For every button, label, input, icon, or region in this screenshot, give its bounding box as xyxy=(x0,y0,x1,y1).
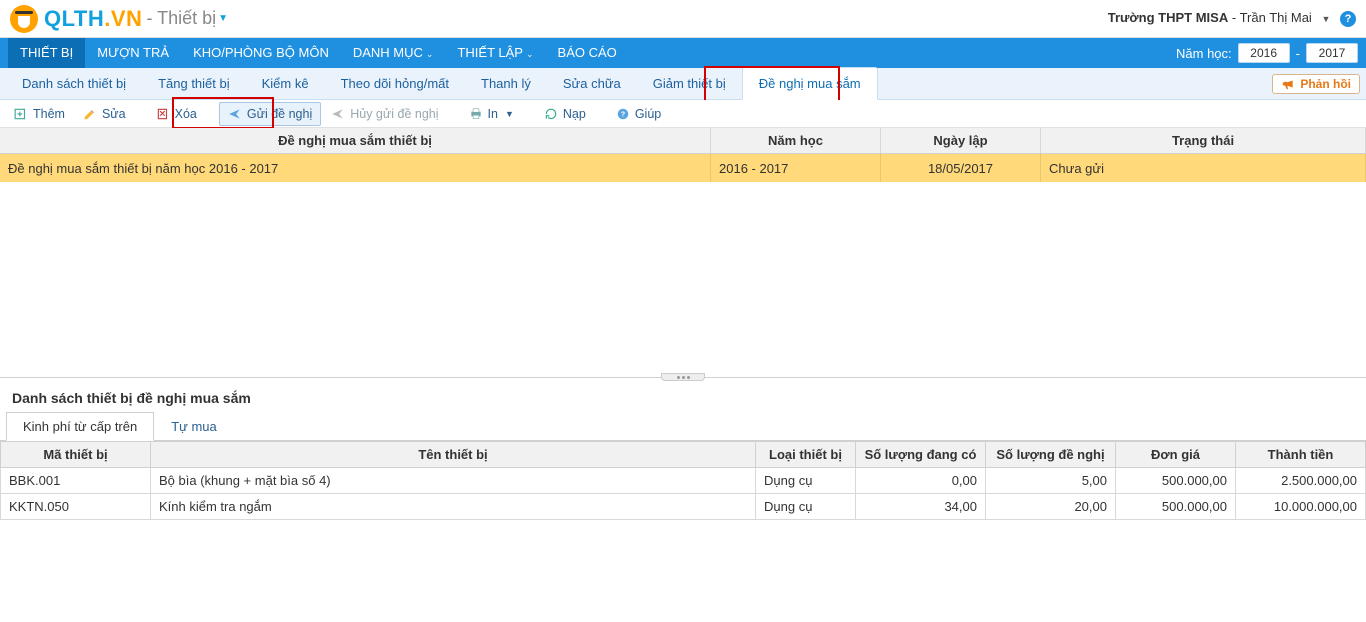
refresh-icon xyxy=(544,107,558,121)
tab-kinh-phi-cap-tren[interactable]: Kinh phí từ cấp trên xyxy=(6,412,154,441)
delete-icon xyxy=(156,107,170,121)
menu-muon-tra[interactable]: MƯỢN TRẢ xyxy=(85,38,181,68)
col-device-name[interactable]: Tên thiết bị xyxy=(151,442,756,468)
menu-thiet-bi[interactable]: THIẾT BỊ xyxy=(8,38,85,68)
menu-bao-cao[interactable]: BÁO CÁO xyxy=(546,38,629,68)
tab-theo-doi-hong-mat[interactable]: Theo dõi hỏng/mất xyxy=(325,68,465,99)
user-name: Trần Thị Mai xyxy=(1240,10,1312,25)
megaphone-icon xyxy=(1281,77,1295,91)
help-icon: ? xyxy=(616,107,630,121)
cell-req: 20,00 xyxy=(986,494,1116,520)
send-icon xyxy=(228,107,242,121)
col-request-name[interactable]: Đề nghị mua sắm thiết bị xyxy=(0,128,711,153)
cell-total: 2.500.000,00 xyxy=(1236,468,1366,494)
subtabs: Danh sách thiết bị Tăng thiết bị Kiểm kê… xyxy=(0,68,1366,100)
year-from-input[interactable] xyxy=(1238,43,1290,63)
tab-kiem-ke[interactable]: Kiểm kê xyxy=(246,68,325,99)
pencil-icon xyxy=(83,107,97,121)
user-info[interactable]: Trường THPT MISA - Trần Thị Mai ▼ ? xyxy=(1108,10,1356,27)
detail-row[interactable]: BBK.001 Bộ bìa (khung + mặt bìa số 4) Dụ… xyxy=(1,468,1366,494)
col-status[interactable]: Trạng thái xyxy=(1041,128,1366,153)
tab-tu-mua[interactable]: Tự mua xyxy=(154,412,234,440)
section-title: - Thiết bị xyxy=(146,8,216,29)
user-dropdown-icon[interactable]: ▼ xyxy=(1321,14,1330,24)
menu-kho[interactable]: KHO/PHÒNG BỘ MÔN xyxy=(181,38,341,68)
send-request-button[interactable]: Gửi đề nghị xyxy=(219,102,321,126)
main-menu: THIẾT BỊ MƯỢN TRẢ KHO/PHÒNG BỘ MÔN DANH … xyxy=(0,38,1366,68)
help-button[interactable]: ? Giúp xyxy=(608,102,669,126)
request-grid-area: Đề nghị mua sắm thiết bị Năm học Ngày lậ… xyxy=(0,128,1366,378)
tab-de-nghi-mua-sam[interactable]: Đề nghị mua sắm xyxy=(742,67,878,100)
delete-button[interactable]: Xóa xyxy=(148,102,205,126)
col-school-year[interactable]: Năm học xyxy=(711,128,881,153)
cell-name: Kính kiểm tra ngắm xyxy=(151,494,756,520)
plus-icon xyxy=(14,107,28,121)
cell-have: 34,00 xyxy=(856,494,986,520)
cell-price: 500.000,00 xyxy=(1116,468,1236,494)
tab-thanh-ly[interactable]: Thanh lý xyxy=(465,68,547,99)
cell-code: KKTN.050 xyxy=(1,494,151,520)
chevron-down-icon: ⌄ xyxy=(426,49,434,59)
col-created-date[interactable]: Ngày lập xyxy=(881,128,1041,153)
logo-text: QLTH.VN xyxy=(44,6,142,32)
col-price[interactable]: Đơn giá xyxy=(1116,442,1236,468)
help-icon[interactable]: ? xyxy=(1340,11,1356,27)
tab-tang-thiet-bi[interactable]: Tăng thiết bị xyxy=(142,68,246,99)
chevron-down-icon: ▼ xyxy=(505,109,514,119)
year-label: Năm học: xyxy=(1176,46,1232,61)
edit-button[interactable]: Sửa xyxy=(75,102,134,126)
cell-code: BBK.001 xyxy=(1,468,151,494)
cell-date: 18/05/2017 xyxy=(881,154,1041,182)
menu-thiet-lap[interactable]: THIẾT LẬP⌄ xyxy=(445,38,545,69)
cell-price: 500.000,00 xyxy=(1116,494,1236,520)
cell-name: Đề nghị mua sắm thiết bị năm học 2016 - … xyxy=(0,154,711,182)
printer-icon xyxy=(469,107,483,121)
detail-title: Danh sách thiết bị đề nghị mua sắm xyxy=(0,378,1366,412)
detail-row[interactable]: KKTN.050 Kính kiểm tra ngắm Dụng cụ 34,0… xyxy=(1,494,1366,520)
tab-sua-chua[interactable]: Sửa chữa xyxy=(547,68,637,99)
cell-total: 10.000.000,00 xyxy=(1236,494,1366,520)
logo-icon xyxy=(10,5,38,33)
cell-year: 2016 - 2017 xyxy=(711,154,881,182)
chevron-down-icon: ⌄ xyxy=(526,49,534,59)
splitter-handle[interactable] xyxy=(661,373,705,381)
app-logo[interactable]: QLTH.VN xyxy=(10,5,142,33)
detail-tabs: Kinh phí từ cấp trên Tự mua xyxy=(0,412,1366,441)
action-toolbar: Thêm Sửa Xóa Gửi đề nghị Hủy gửi đề nghị… xyxy=(0,100,1366,128)
year-to-input[interactable] xyxy=(1306,43,1358,63)
cancel-request-button: Hủy gửi đề nghị xyxy=(323,102,446,126)
print-button[interactable]: In ▼ xyxy=(461,102,522,126)
col-code[interactable]: Mã thiết bị xyxy=(1,442,151,468)
cell-have: 0,00 xyxy=(856,468,986,494)
cell-status: Chưa gửi xyxy=(1041,154,1366,182)
detail-table: Mã thiết bị Tên thiết bị Loại thiết bị S… xyxy=(0,441,1366,520)
request-grid-header: Đề nghị mua sắm thiết bị Năm học Ngày lậ… xyxy=(0,128,1366,154)
add-button[interactable]: Thêm xyxy=(6,102,73,126)
request-row[interactable]: Đề nghị mua sắm thiết bị năm học 2016 - … xyxy=(0,154,1366,182)
col-type[interactable]: Loại thiết bị xyxy=(756,442,856,468)
cancel-send-icon xyxy=(331,107,345,121)
year-sep: - xyxy=(1296,46,1300,61)
school-name: Trường THPT MISA xyxy=(1108,10,1229,25)
tab-giam-thiet-bi[interactable]: Giảm thiết bị xyxy=(637,68,742,99)
reload-button[interactable]: Nạp xyxy=(536,102,594,126)
col-total[interactable]: Thành tiền xyxy=(1236,442,1366,468)
tab-danh-sach-thiet-bi[interactable]: Danh sách thiết bị xyxy=(6,68,142,99)
cell-type: Dụng cụ xyxy=(756,468,856,494)
cell-type: Dụng cụ xyxy=(756,494,856,520)
section-dropdown-icon[interactable]: ▼ xyxy=(218,13,228,24)
col-qty-have[interactable]: Số lượng đang có xyxy=(856,442,986,468)
svg-text:?: ? xyxy=(621,111,625,118)
cell-name: Bộ bìa (khung + mặt bìa số 4) xyxy=(151,468,756,494)
feedback-button[interactable]: Phản hồi xyxy=(1272,74,1360,94)
menu-danh-muc[interactable]: DANH MỤC⌄ xyxy=(341,38,446,69)
col-qty-req[interactable]: Số lượng đề nghị xyxy=(986,442,1116,468)
cell-req: 5,00 xyxy=(986,468,1116,494)
